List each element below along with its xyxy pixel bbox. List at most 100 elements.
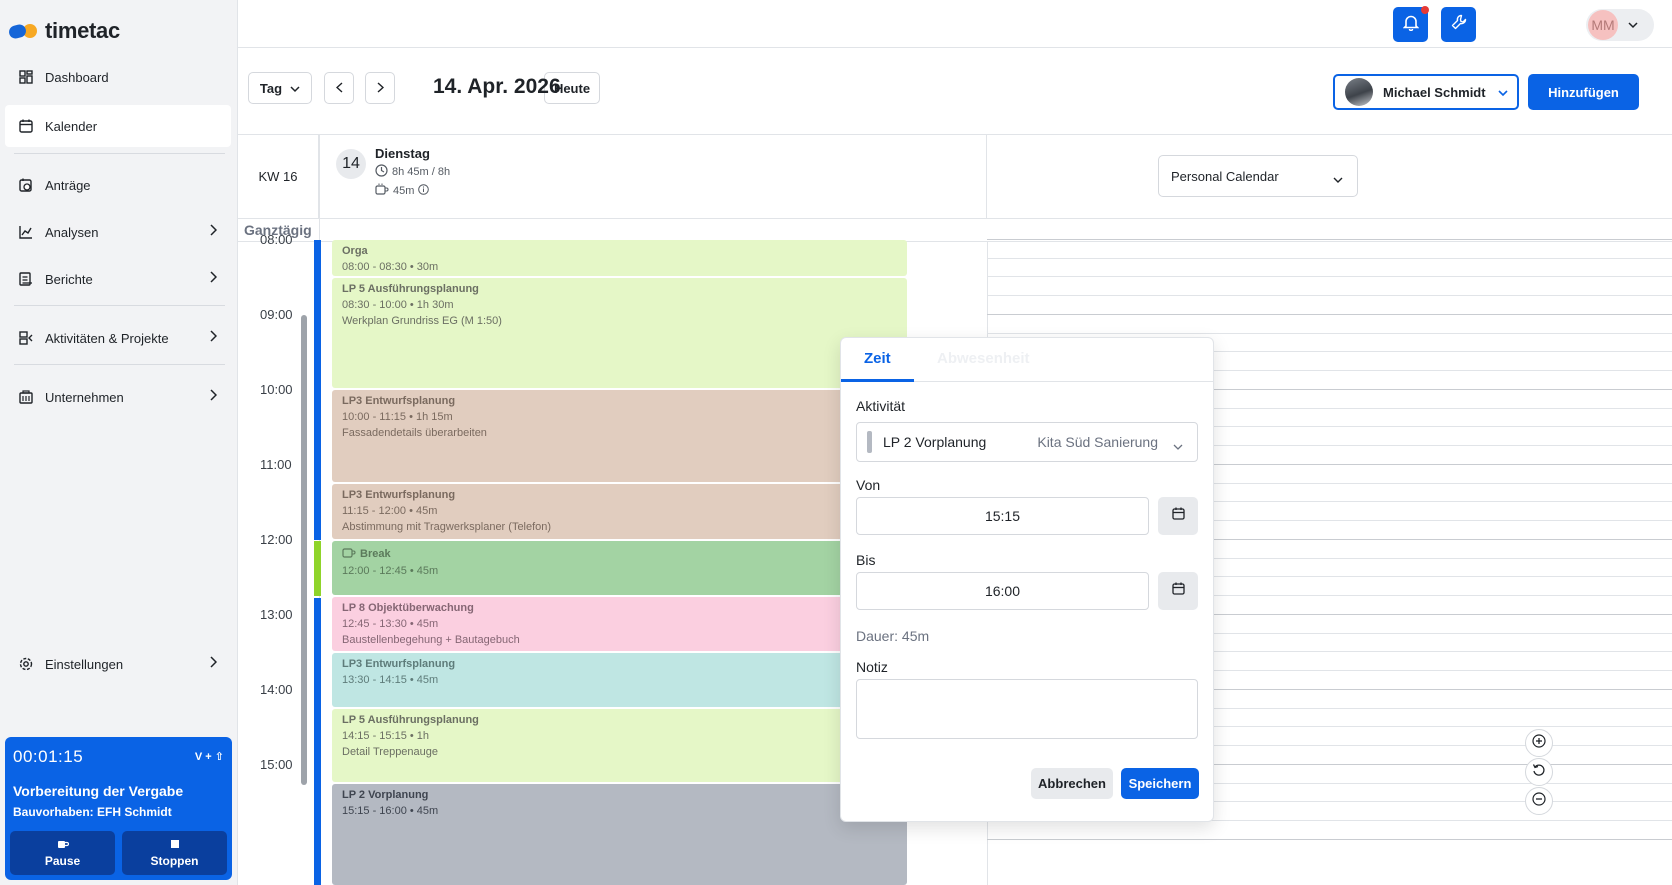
- time-entry-popup: Zeit Abwesenheit Aktivität LP 2 Vorplanu…: [840, 337, 1214, 822]
- from-date-picker-button[interactable]: [1158, 497, 1198, 535]
- notification-dot: [1421, 6, 1429, 14]
- next-day-button[interactable]: [365, 72, 395, 104]
- sidebar-item-unternehmen[interactable]: Unternehmen: [5, 376, 231, 418]
- event-time: 11:15 - 12:00 • 45m: [342, 505, 438, 517]
- chevron-down-icon: [1173, 438, 1183, 454]
- sidebar-item-analysen[interactable]: Analysen: [5, 211, 231, 253]
- sidebar-divider: [14, 153, 225, 154]
- sidebar-item-einstellungen[interactable]: Einstellungen: [5, 643, 231, 685]
- to-date-picker-button[interactable]: [1158, 572, 1198, 610]
- app-logo[interactable]: timetac: [7, 18, 120, 44]
- break-summary: 45m: [375, 183, 430, 198]
- activity-select[interactable]: LP 2 Vorplanung Kita Süd Sanierung: [856, 422, 1198, 462]
- notifications-button[interactable]: [1393, 6, 1429, 42]
- event-note: Abstimmung mit Tragwerksplaner (Telefon): [342, 521, 552, 533]
- chevron-down-icon: [1333, 172, 1343, 187]
- event-note: Fassadendetails überarbeiten: [342, 427, 487, 439]
- zoom-in-button[interactable]: [1525, 729, 1553, 757]
- settings-icon: [17, 655, 35, 673]
- sidebar-item-kalender[interactable]: Kalender: [5, 105, 231, 147]
- stop-label: Stoppen: [150, 853, 199, 868]
- event-title: LP 5 Ausführungsplanung: [342, 714, 479, 726]
- to-time-input[interactable]: 16:00: [856, 572, 1149, 610]
- hour-label: 10:00: [260, 382, 293, 397]
- from-time-input[interactable]: 15:15: [856, 497, 1149, 535]
- wrench-icon: [1451, 14, 1467, 35]
- view-select[interactable]: Tag: [248, 72, 312, 104]
- sidebar-item-label: Aktivitäten & Projekte: [45, 330, 169, 346]
- day-name: Dienstag: [375, 146, 430, 161]
- pause-button[interactable]: Pause: [10, 831, 115, 875]
- previous-day-button[interactable]: [324, 72, 354, 104]
- grid-line: [987, 839, 1672, 840]
- sidebar-item-label: Analysen: [45, 224, 99, 240]
- event-title: LP3 Entwurfsplanung: [342, 395, 456, 407]
- add-entry-button[interactable]: Hinzufügen: [1528, 74, 1639, 110]
- hours-summary-text: 8h 45m / 8h: [392, 166, 451, 178]
- chevron-down-icon: [1628, 16, 1638, 34]
- top-bar: MM: [238, 0, 1672, 48]
- break-summary-text: 45m: [393, 184, 415, 197]
- grid-line: [987, 314, 1672, 315]
- calendar-event-selected[interactable]: LP 2 Vorplanung 15:15 - 16:00 • 45m: [332, 784, 907, 885]
- chevron-left-icon: [335, 81, 343, 96]
- calendar-source-select[interactable]: Personal Calendar: [1158, 155, 1358, 197]
- day-number[interactable]: 14: [336, 149, 366, 179]
- coffee-icon: [57, 839, 69, 852]
- chevron-right-icon: [377, 81, 384, 96]
- zoom-out-icon: [1532, 791, 1546, 811]
- chevron-right-icon: [209, 224, 218, 239]
- event-time: 15:15 - 16:00 • 45m: [342, 805, 439, 817]
- timer-project: Bauvorhaben: EFH Schmidt: [13, 805, 172, 819]
- event-time: 12:00 - 12:45 • 45m: [342, 565, 439, 577]
- event-note: Baustellenbegehung + Bautagebuch: [342, 634, 520, 646]
- calendar-event-break[interactable]: Break 12:00 - 12:45 • 45m: [332, 541, 907, 595]
- calendar-source-label: Personal Calendar: [1171, 168, 1279, 184]
- tab-abwesenheit[interactable]: Abwesenheit: [937, 350, 1030, 367]
- event-note: Detail Treppenauge: [342, 746, 439, 758]
- event-title: Break: [342, 546, 897, 561]
- cancel-button[interactable]: Abbrechen: [1031, 768, 1113, 799]
- sidebar-item-label: Unternehmen: [45, 389, 124, 405]
- event-note: Werkplan Grundriss EG (M 1:50): [342, 315, 502, 327]
- calendar-event[interactable]: LP 5 Ausführungsplanung 08:30 - 10:00 • …: [332, 278, 907, 388]
- sidebar-item-label: Kalender: [45, 118, 98, 134]
- calendar-event[interactable]: LP 5 Ausführungsplanung 14:15 - 15:15 • …: [332, 709, 907, 782]
- activity-label: Aktivität: [856, 398, 906, 414]
- zoom-out-button[interactable]: [1525, 787, 1553, 815]
- chevron-right-icon: [209, 389, 218, 404]
- zoom-reset-button[interactable]: [1525, 758, 1553, 786]
- avatar: MM: [1588, 10, 1618, 40]
- user-select[interactable]: Michael Schmidt: [1333, 74, 1519, 110]
- hour-label: 15:00: [260, 757, 293, 772]
- sidebar-item-dashboard[interactable]: Dashboard: [5, 56, 231, 98]
- user-menu[interactable]: MM: [1586, 9, 1654, 41]
- sidebar-divider: [14, 364, 225, 365]
- calendar-event[interactable]: LP3 Entwurfsplanung 10:00 - 11:15 • 1h 1…: [332, 390, 907, 482]
- to-label: Bis: [856, 552, 876, 568]
- info-icon[interactable]: [418, 183, 430, 198]
- tools-button[interactable]: [1441, 7, 1476, 42]
- calendar-event[interactable]: LP3 Entwurfsplanung 13:30 - 14:15 • 45m: [332, 653, 907, 707]
- calendar-icon: [1171, 582, 1185, 600]
- hour-label: 12:00: [260, 532, 293, 547]
- stop-button[interactable]: Stoppen: [122, 831, 227, 875]
- sidebar-divider: [14, 305, 225, 306]
- calendar-event[interactable]: LP 8 Objektüberwachung 12:45 - 13:30 • 4…: [332, 597, 907, 651]
- bell-icon: [1402, 14, 1419, 36]
- sidebar-item-label: Dashboard: [45, 69, 109, 85]
- sidebar-item-berichte[interactable]: Berichte: [5, 258, 231, 300]
- scrollbar-thumb[interactable]: [301, 315, 307, 785]
- calendar-event[interactable]: Orga 08:00 - 08:30 • 30m: [332, 240, 907, 276]
- hour-label: 14:00: [260, 682, 293, 697]
- event-time: 10:00 - 11:15 • 1h 15m: [342, 411, 453, 423]
- save-button[interactable]: Speichern: [1121, 768, 1199, 799]
- note-textarea[interactable]: [856, 679, 1198, 739]
- sidebar-item-antraege[interactable]: Anträge: [5, 164, 231, 206]
- calendar-event[interactable]: LP3 Entwurfsplanung 11:15 - 12:00 • 45m …: [332, 484, 907, 539]
- sidebar-item-aktivitaeten-projekte[interactable]: Aktivitäten & Projekte: [5, 317, 231, 359]
- running-timer-card: 00:01:15 V + ⇧ Vorbereitung der Vergabe …: [5, 737, 232, 880]
- tab-zeit[interactable]: Zeit: [864, 350, 891, 367]
- event-time: 08:00 - 08:30 • 30m: [342, 261, 439, 273]
- event-title: LP 2 Vorplanung: [342, 789, 429, 801]
